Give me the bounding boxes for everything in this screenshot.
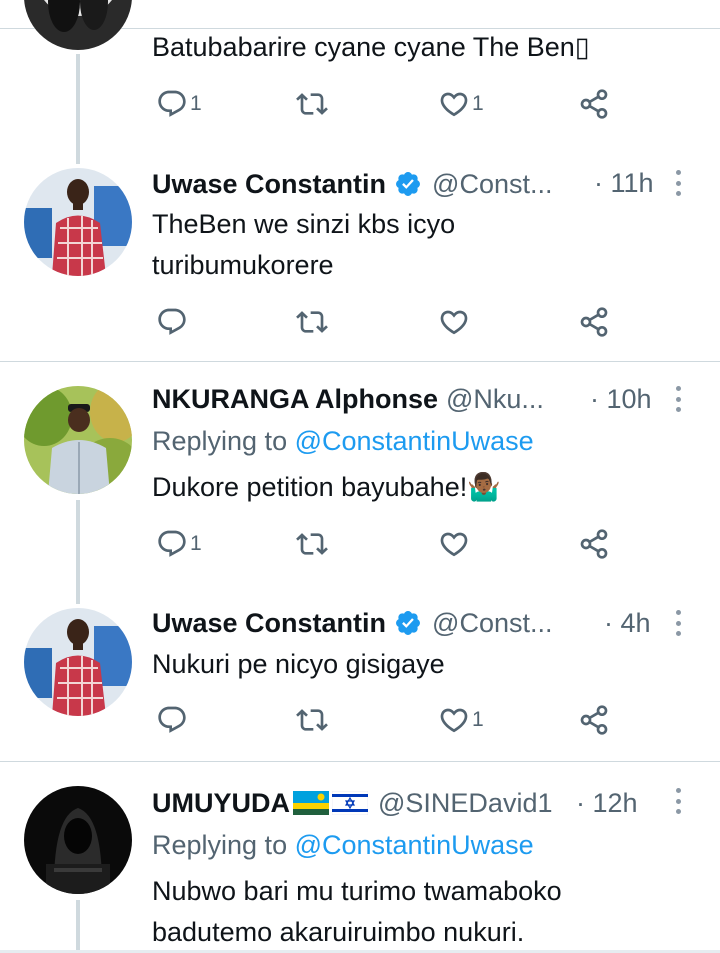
reply-icon — [158, 308, 186, 335]
share-icon — [580, 705, 608, 735]
like-icon — [440, 310, 468, 335]
tweet-header: UMUYUDA @SINEDavid1 — [152, 786, 552, 820]
tweet-text-line: Nubwo bari mu turimo twamaboko — [152, 876, 562, 906]
verified-badge-icon — [396, 611, 421, 635]
thread-line — [76, 54, 80, 164]
retweet-button[interactable] — [296, 88, 330, 120]
display-name[interactable]: UMUYUDA — [152, 788, 290, 819]
reply-icon — [158, 530, 186, 557]
reply-button[interactable]: 1 — [156, 528, 202, 560]
share-icon — [580, 529, 608, 559]
avatar[interactable] — [24, 386, 132, 494]
tweet-header: Uwase Constantin @Const... — [152, 167, 553, 201]
more-icon[interactable] — [676, 386, 682, 412]
reply-icon — [158, 90, 186, 117]
timestamp[interactable]: · 11h — [594, 168, 654, 199]
like-button[interactable]: 1 — [438, 88, 484, 120]
share-icon — [580, 89, 608, 119]
share-button[interactable] — [578, 528, 610, 560]
like-count: 1 — [472, 92, 484, 115]
username[interactable]: @SINEDavid1 — [378, 788, 552, 819]
like-button[interactable] — [438, 528, 472, 560]
retweet-button[interactable] — [296, 528, 330, 560]
reply-icon — [158, 706, 186, 733]
retweet-button[interactable] — [296, 704, 330, 736]
tweet-text: Dukore petition bayubahe!🤷🏾‍♂️ — [152, 472, 501, 502]
replying-prefix: Replying to — [152, 426, 295, 456]
reply-button[interactable]: 1 — [156, 88, 202, 120]
username[interactable]: @Const... — [432, 608, 552, 639]
like-count: 1 — [472, 708, 484, 731]
tweet-divider — [0, 761, 720, 762]
tweet-text-line: turibumukorere — [152, 250, 334, 280]
share-button[interactable] — [578, 306, 610, 338]
reply-button[interactable] — [156, 704, 190, 736]
display-name[interactable]: NKURANGA Alphonse — [152, 384, 438, 415]
like-icon — [440, 708, 468, 733]
timestamp[interactable]: · 4h — [604, 608, 651, 639]
avatar[interactable] — [24, 168, 132, 276]
display-name[interactable]: Uwase Constantin — [152, 169, 386, 200]
rwanda-flag-icon — [293, 791, 329, 815]
more-icon[interactable] — [676, 170, 682, 196]
username[interactable]: @Nku... — [446, 384, 544, 415]
tweet-text-line: badutemo akaruiruimbo nukuri. — [152, 917, 525, 947]
share-button[interactable] — [578, 704, 610, 736]
replying-prefix: Replying to — [152, 830, 295, 860]
replying-user-link[interactable]: @ConstantinUwase — [295, 830, 534, 860]
reply-button[interactable] — [156, 306, 190, 338]
verified-badge-icon — [396, 172, 421, 196]
share-icon — [580, 307, 608, 337]
tweet-header: NKURANGA Alphonse @Nku... — [152, 382, 544, 416]
retweet-icon — [296, 709, 328, 731]
replying-to: Replying to @ConstantinUwase — [152, 426, 534, 457]
avatar[interactable] — [24, 786, 132, 894]
like-button[interactable] — [438, 306, 472, 338]
retweet-icon — [296, 533, 328, 555]
tweet-text: Batubabarire cyane cyane The Ben▯ — [152, 32, 590, 62]
retweet-button[interactable] — [296, 306, 330, 338]
display-name[interactable]: Uwase Constantin — [152, 608, 386, 639]
like-button[interactable]: 1 — [438, 704, 484, 736]
username[interactable]: @Const... — [432, 169, 552, 200]
more-icon[interactable] — [676, 610, 682, 636]
replying-to: Replying to @ConstantinUwase — [152, 830, 534, 861]
tweet-header: Uwase Constantin @Const... — [152, 606, 553, 640]
thread-line — [76, 500, 80, 604]
retweet-icon — [296, 311, 328, 333]
tweet-text-line: TheBen we sinzi kbs icyo — [152, 209, 456, 239]
timestamp[interactable]: · 12h — [576, 788, 638, 819]
tweet-text: Nukuri pe nicyo gisigaye — [152, 649, 445, 679]
thread-line — [76, 900, 80, 953]
replying-user-link[interactable]: @ConstantinUwase — [295, 426, 534, 456]
reply-count: 1 — [190, 532, 202, 555]
more-icon[interactable] — [676, 788, 682, 814]
tweet-divider — [0, 361, 720, 362]
israel-flag-icon — [332, 791, 368, 815]
reply-count: 1 — [190, 92, 202, 115]
retweet-icon — [296, 93, 328, 115]
like-icon — [440, 92, 468, 117]
timestamp[interactable]: · 10h — [590, 384, 652, 415]
avatar[interactable] — [24, 608, 132, 716]
like-icon — [440, 532, 468, 557]
avatar-partial[interactable] — [24, 0, 132, 50]
share-button[interactable] — [578, 88, 610, 120]
